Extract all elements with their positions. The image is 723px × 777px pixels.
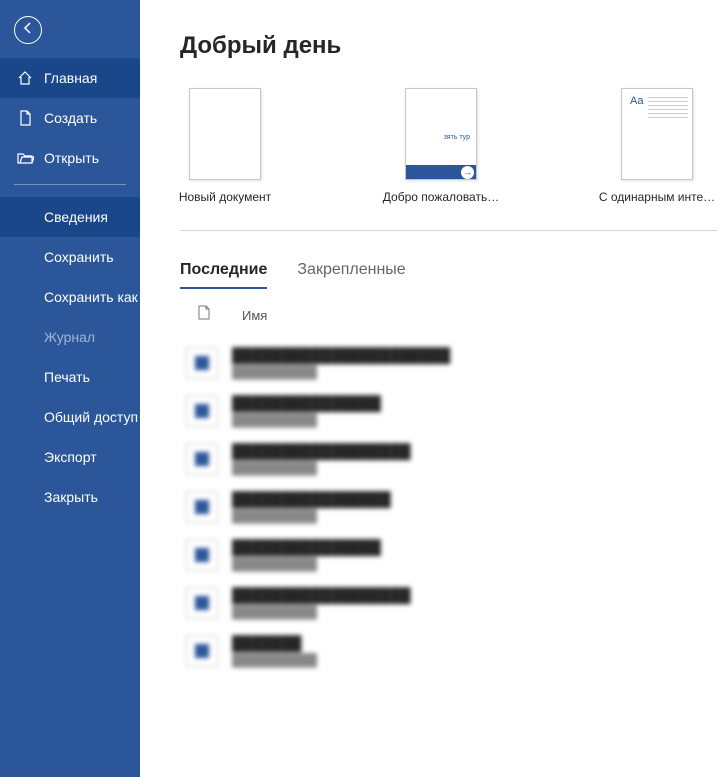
column-header-row: Имя (180, 305, 723, 325)
word-doc-icon (186, 539, 218, 571)
sidebar-item-open[interactable]: Открыть (0, 138, 140, 178)
template-label: Новый документ (179, 190, 271, 204)
doc-row[interactable]: ████████████████ ██████████ (180, 483, 723, 531)
doc-name: ██████████████████ (232, 587, 411, 603)
page-title: Добрый день (180, 32, 723, 60)
template-thumb-welcome: зять тур → (405, 88, 477, 180)
doc-name: ████████████████ (232, 491, 391, 507)
welcome-inner-text: зять тур (444, 134, 470, 141)
doc-row[interactable]: ██████████████████ ██████████ (180, 435, 723, 483)
template-row: Новый документ зять тур → Добро пожалова… (180, 88, 723, 204)
nav-sidebar: Главная Создать Открыть Сведения Сохрани… (0, 0, 140, 777)
template-single-spacing[interactable]: Aa С одинарным инте… (612, 88, 702, 204)
sidebar-item-history[interactable]: Журнал (0, 317, 140, 357)
open-folder-icon (16, 149, 34, 167)
document-icon (198, 305, 212, 325)
home-icon (16, 69, 34, 87)
doc-name: ███████████████ (232, 395, 381, 411)
doc-row[interactable]: ███████████████ ██████████ (180, 531, 723, 579)
sidebar-item-label: Создать (44, 110, 97, 126)
tab-recent[interactable]: Последние (180, 261, 267, 289)
tab-pinned[interactable]: Закрепленные (297, 261, 405, 289)
doc-path: ██████████ (232, 509, 391, 523)
word-doc-icon (186, 491, 218, 523)
sidebar-item-save[interactable]: Сохранить (0, 237, 140, 277)
template-welcome[interactable]: зять тур → Добро пожаловать… (396, 88, 486, 204)
sidebar-divider (14, 184, 126, 185)
template-label: С одинарным инте… (599, 190, 715, 204)
recent-docs-list: ██████████████████████ ██████████ ██████… (180, 339, 723, 675)
back-button[interactable] (14, 16, 42, 44)
doc-path: ██████████ (232, 413, 381, 427)
word-doc-icon (186, 443, 218, 475)
sidebar-item-home[interactable]: Главная (0, 58, 140, 98)
template-thumb-single: Aa (621, 88, 693, 180)
template-blank[interactable]: Новый документ (180, 88, 270, 204)
doc-name: ██████████████████████ (232, 347, 450, 363)
sidebar-item-info[interactable]: Сведения (0, 197, 140, 237)
section-divider (180, 230, 717, 231)
doc-row[interactable]: ███████████████ ██████████ (180, 387, 723, 435)
sidebar-item-new[interactable]: Создать (0, 98, 140, 138)
welcome-footer-bar: → (406, 165, 476, 179)
doc-row[interactable]: ██████████████████ ██████████ (180, 579, 723, 627)
sidebar-item-label: Главная (44, 70, 97, 86)
sidebar-item-export[interactable]: Экспорт (0, 437, 140, 477)
back-arrow-icon (21, 21, 35, 40)
doc-path: ██████████ (232, 461, 411, 475)
new-doc-icon (16, 109, 34, 127)
lines-decoration-icon (648, 97, 688, 121)
word-doc-icon (186, 395, 218, 427)
main-pane: Добрый день Новый документ зять тур → До… (140, 0, 723, 777)
doc-path: ██████████ (232, 605, 411, 619)
sidebar-item-label: Открыть (44, 150, 99, 166)
column-header-name: Имя (242, 308, 267, 323)
doc-path: ██████████ (232, 557, 381, 571)
doc-path: ██████████ (232, 653, 317, 667)
sidebar-item-print[interactable]: Печать (0, 357, 140, 397)
word-doc-icon (186, 347, 218, 379)
sidebar-item-saveas[interactable]: Сохранить как (0, 277, 140, 317)
recent-tabs: Последние Закрепленные (180, 261, 723, 289)
arrow-right-icon: → (461, 166, 474, 179)
doc-row[interactable]: ███████ ██████████ (180, 627, 723, 675)
doc-name: ██████████████████ (232, 443, 411, 459)
doc-row[interactable]: ██████████████████████ ██████████ (180, 339, 723, 387)
doc-name: ███████ (232, 635, 317, 651)
word-doc-icon (186, 635, 218, 667)
word-doc-icon (186, 587, 218, 619)
doc-name: ███████████████ (232, 539, 381, 555)
aa-glyph-icon: Aa (630, 95, 643, 107)
template-thumb-blank (189, 88, 261, 180)
sidebar-item-close[interactable]: Закрыть (0, 477, 140, 517)
doc-path: ██████████ (232, 365, 450, 379)
sidebar-item-share[interactable]: Общий доступ (0, 397, 140, 437)
template-label: Добро пожаловать… (383, 190, 499, 204)
